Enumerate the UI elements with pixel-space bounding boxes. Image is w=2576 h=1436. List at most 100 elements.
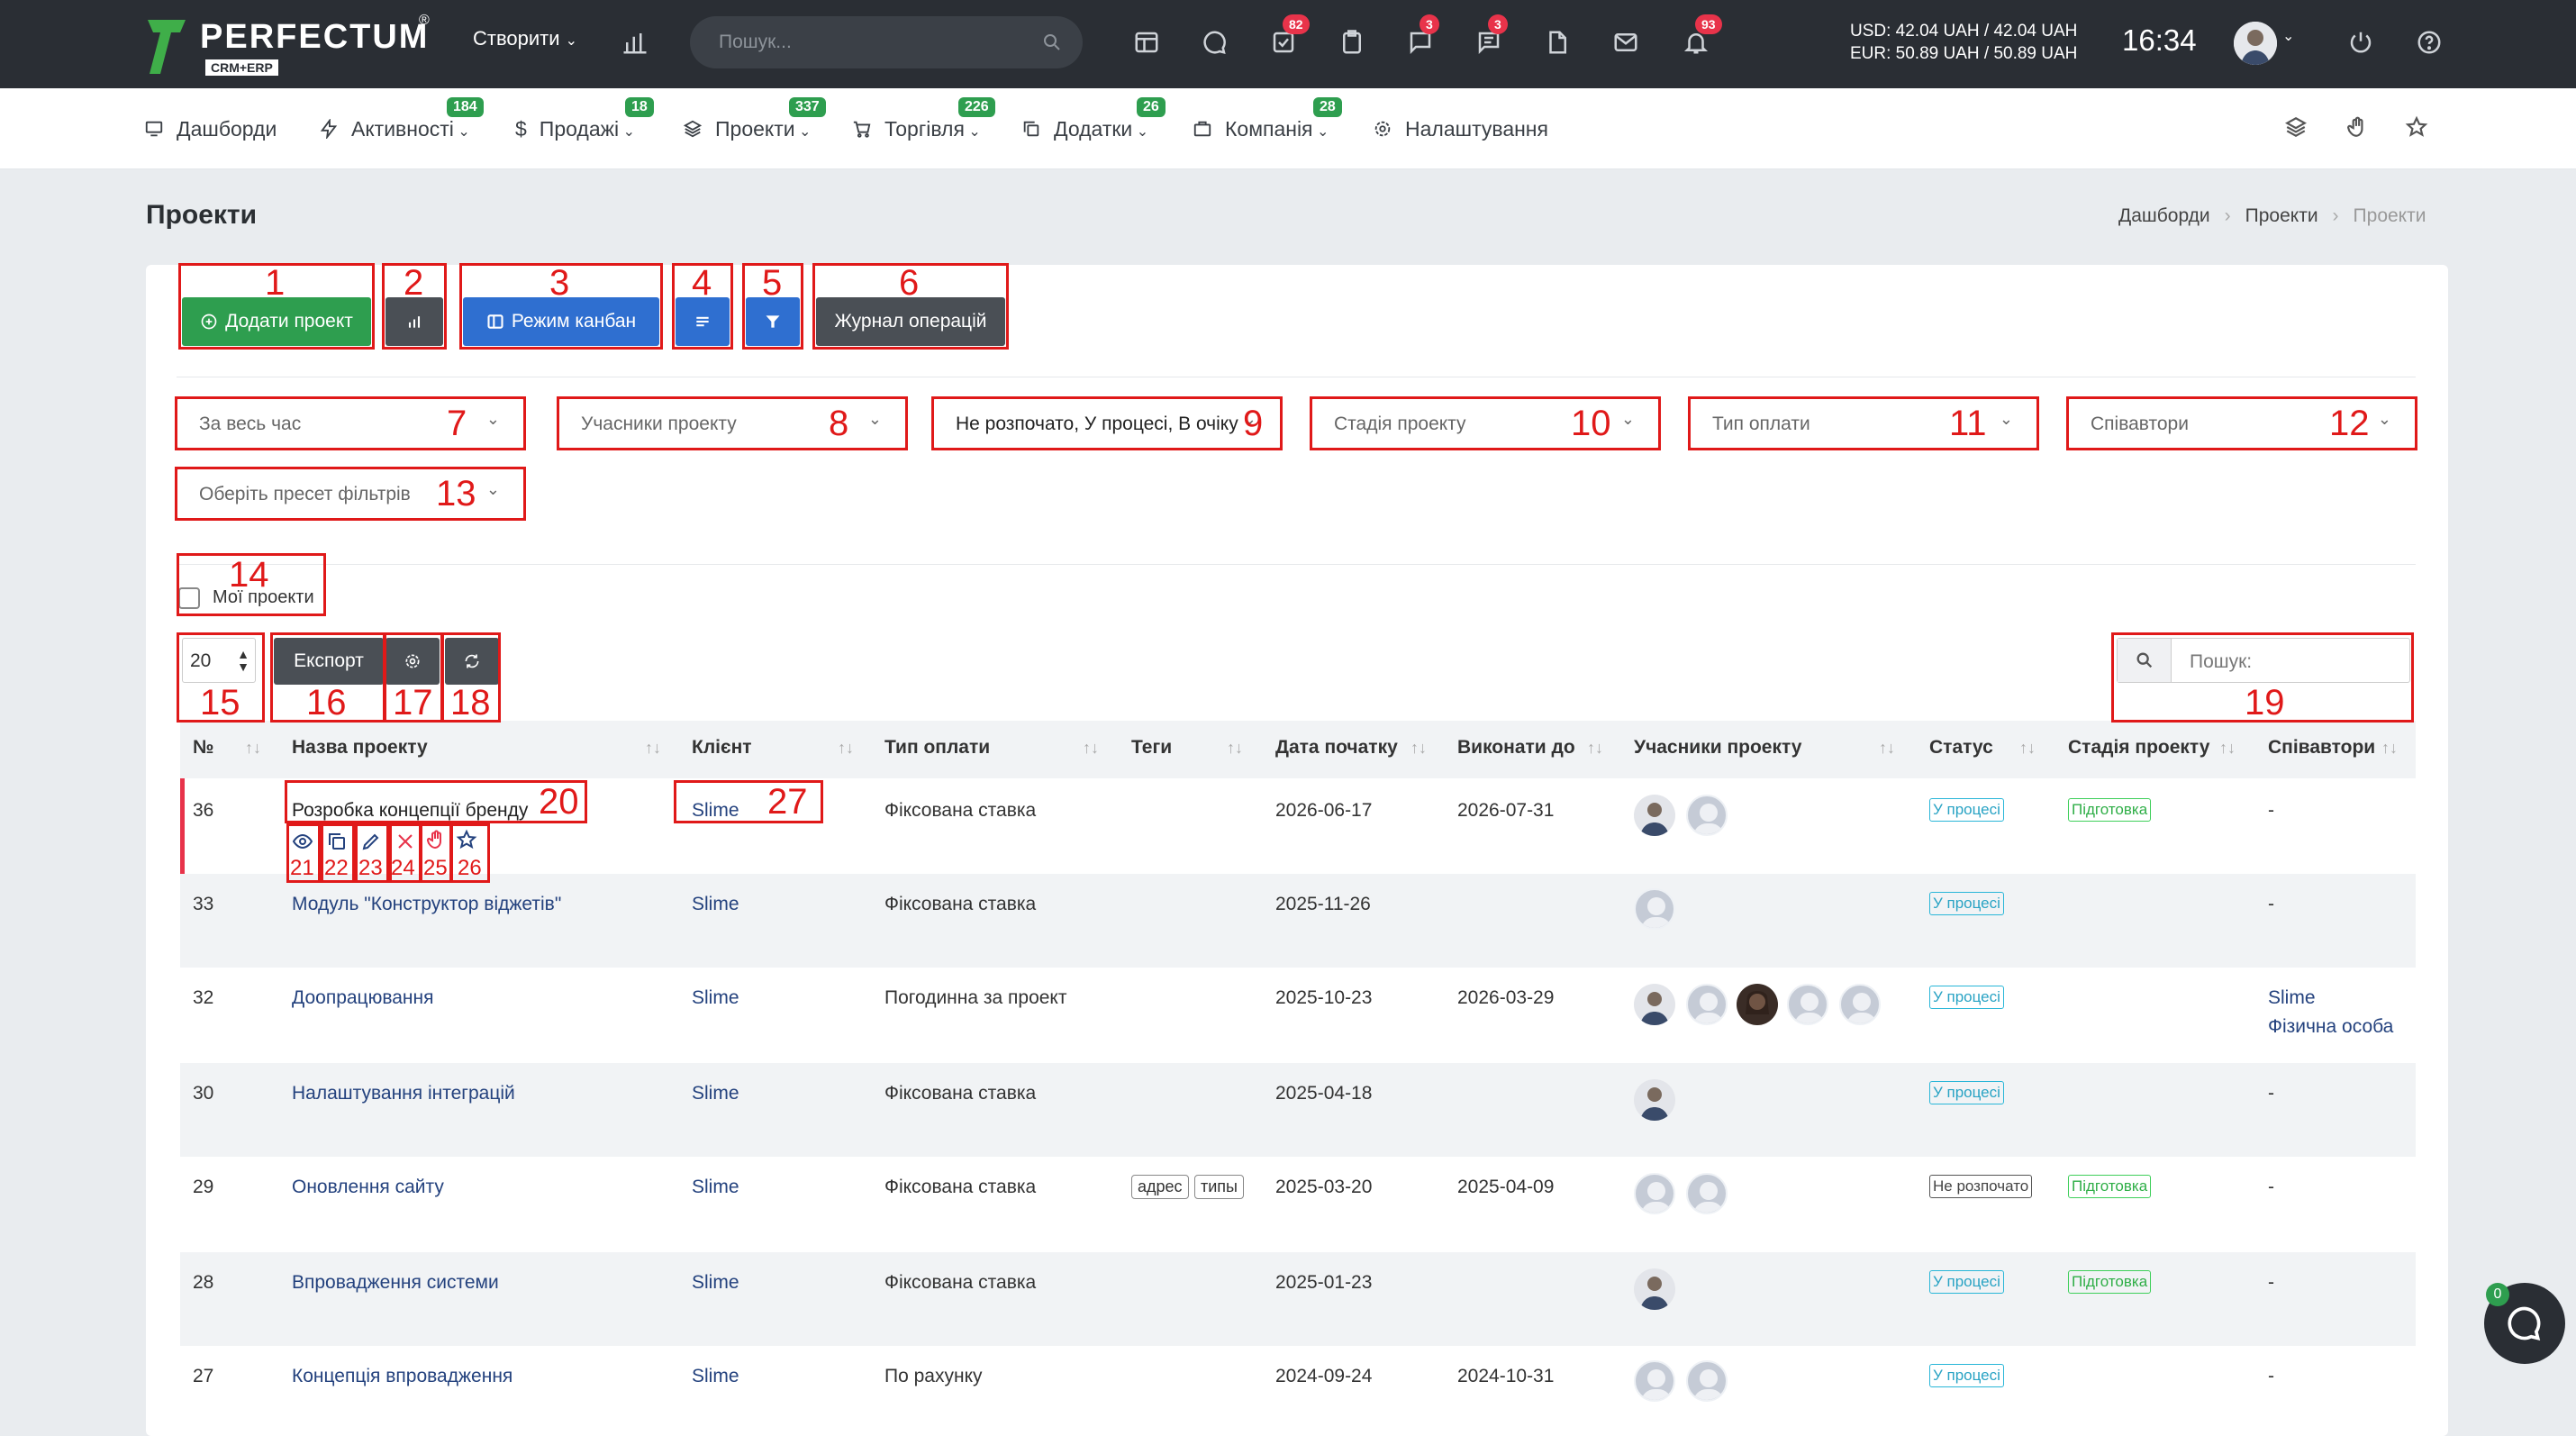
cell-start-date: 2025-01-23 (1275, 1272, 1373, 1293)
power-icon[interactable] (2340, 22, 2381, 63)
client-link[interactable]: Slime (692, 987, 739, 1009)
participant-avatar[interactable] (1634, 1360, 1675, 1402)
sort-icon[interactable]: ↑↓ (1879, 739, 1895, 758)
participant-avatar[interactable] (1787, 984, 1828, 1025)
sort-icon[interactable]: ↑↓ (2219, 739, 2236, 758)
column-header-payment[interactable]: Тип оплати (884, 737, 990, 759)
participant-avatar[interactable] (1634, 888, 1675, 930)
global-search-input[interactable]: Пошук... (690, 16, 1083, 68)
document-icon[interactable] (1537, 22, 1578, 63)
hand-icon[interactable] (2345, 115, 2372, 142)
participant-avatar[interactable] (1634, 984, 1675, 1025)
table-row[interactable] (180, 1157, 2416, 1252)
bell-icon[interactable]: 93 (1675, 14, 1722, 63)
project-name-link[interactable]: Впровадження системи (292, 1272, 499, 1294)
participant-avatar[interactable] (1634, 1268, 1675, 1310)
nav-item-addons[interactable]: Додатки ⌄ 26 (1021, 97, 1166, 141)
breadcrumb-item[interactable]: Проекти (2245, 205, 2318, 226)
sort-icon[interactable]: ↑↓ (1587, 739, 1603, 758)
sort-icon[interactable]: ↑↓ (245, 739, 261, 758)
cell-payment: Фіксована ставка (884, 1083, 1037, 1104)
column-header-status[interactable]: Статус (1929, 737, 1993, 759)
tasks-icon[interactable]: 82 (1263, 14, 1310, 63)
project-name-link[interactable]: Концепція впровадження (292, 1366, 512, 1387)
chat-bubble-icon[interactable] (1194, 22, 1236, 63)
project-name-link[interactable]: Оновлення сайту (292, 1177, 444, 1198)
annotation-number: 4 (692, 263, 712, 303)
column-header-start-date[interactable]: Дата початку (1275, 737, 1398, 759)
sort-icon[interactable]: ↑↓ (2019, 739, 2036, 758)
chevron-down-icon: ⌄ (619, 124, 635, 140)
table-row[interactable] (180, 1063, 2416, 1157)
annotation-number: 26 (458, 856, 482, 880)
column-header-participants[interactable]: Учасники проекту (1634, 737, 1801, 759)
table-row[interactable] (180, 968, 2416, 1063)
annotation-number: 9 (1243, 404, 1264, 443)
comments-icon[interactable]: 3 (1468, 14, 1510, 63)
coauthor-link[interactable]: Фізична особа (2268, 1016, 2393, 1038)
nav-item-projects[interactable]: Проекти ⌄ 337 (683, 97, 826, 141)
client-link[interactable]: Slime (692, 1366, 739, 1387)
nav-item-settings[interactable]: Налаштування (1373, 117, 1548, 141)
column-header-number[interactable]: № (193, 737, 213, 759)
project-name-link[interactable]: Доопрацювання (292, 987, 434, 1009)
sort-icon[interactable]: ↑↓ (838, 739, 854, 758)
status-badge: У процесі (1929, 986, 2004, 1009)
stats-icon[interactable] (614, 22, 656, 63)
column-header-name[interactable]: Назва проекту (292, 737, 428, 759)
participant-avatar[interactable] (1634, 795, 1675, 836)
nav-badge: 337 (789, 97, 826, 117)
nav-label: Дашборди (177, 117, 277, 141)
tasks-badge: 82 (1283, 14, 1310, 34)
nav-item-company[interactable]: Компанія ⌄ 28 (1193, 97, 1342, 141)
user-avatar[interactable] (2234, 22, 2277, 65)
tag: адрес (1131, 1175, 1189, 1199)
nav-item-trade[interactable]: Торгівля ⌄ 226 (852, 97, 995, 141)
participant-avatar[interactable] (1686, 1360, 1728, 1402)
logo-mark-icon (148, 20, 186, 74)
project-name-link[interactable]: Налаштування інтеграцій (292, 1083, 515, 1104)
column-header-tags[interactable]: Теги (1131, 737, 1172, 759)
nav-item-dashboards[interactable]: Дашборди (144, 117, 277, 141)
sort-icon[interactable]: ↑↓ (2381, 739, 2398, 758)
participant-avatar[interactable] (1737, 984, 1778, 1025)
participant-avatar[interactable] (1686, 1173, 1728, 1214)
breadcrumb-item[interactable]: Дашборди (2118, 205, 2210, 226)
client-link[interactable]: Slime (692, 1177, 739, 1198)
clipboard-icon[interactable] (1331, 22, 1373, 63)
client-link[interactable]: Slime (692, 1083, 739, 1104)
column-header-stage[interactable]: Стадія проекту (2068, 737, 2209, 759)
user-menu-chevron-icon[interactable]: ⌄ (2282, 27, 2324, 68)
participant-avatar[interactable] (1686, 984, 1728, 1025)
coauthor-link[interactable]: Slime (2268, 987, 2316, 1009)
participant-avatar[interactable] (1634, 1173, 1675, 1214)
annotation-number: 13 (436, 474, 476, 514)
cell-due-date: 2025-04-09 (1457, 1177, 1555, 1197)
table-row[interactable] (180, 874, 2416, 968)
participant-avatar[interactable] (1686, 795, 1728, 836)
participant-avatar[interactable] (1839, 984, 1881, 1025)
sort-icon[interactable]: ↑↓ (1083, 739, 1099, 758)
sort-icon[interactable]: ↑↓ (1227, 739, 1243, 758)
mail-icon[interactable] (1605, 22, 1646, 63)
cell-start-date: 2025-10-23 (1275, 987, 1373, 1008)
create-menu[interactable]: Створити ⌄ (473, 27, 577, 50)
sort-icon[interactable]: ↑↓ (1410, 739, 1427, 758)
client-link[interactable]: Slime (692, 894, 739, 915)
help-icon[interactable] (2408, 22, 2450, 63)
layers-icon[interactable] (2284, 115, 2311, 142)
messages-icon[interactable]: 3 (1400, 14, 1441, 63)
nav-item-activities[interactable]: Активності ⌄ 184 (319, 97, 484, 141)
project-name-link[interactable]: Модуль "Конструктор віджетів" (292, 894, 561, 915)
cell-due-date: 2026-07-31 (1457, 800, 1555, 821)
column-header-due-date[interactable]: Виконати до (1457, 737, 1575, 759)
column-header-coauthors[interactable]: Співавтори (2268, 737, 2375, 759)
calendar-table-icon[interactable] (1126, 22, 1167, 63)
star-icon[interactable] (2405, 115, 2432, 142)
column-header-client[interactable]: Клієнт (692, 737, 752, 759)
sort-icon[interactable]: ↑↓ (645, 739, 661, 758)
table-row[interactable] (180, 1252, 2416, 1346)
participant-avatar[interactable] (1634, 1079, 1675, 1121)
nav-item-sales[interactable]: $ Продажі ⌄ 18 (515, 97, 654, 141)
client-link[interactable]: Slime (692, 1272, 739, 1294)
